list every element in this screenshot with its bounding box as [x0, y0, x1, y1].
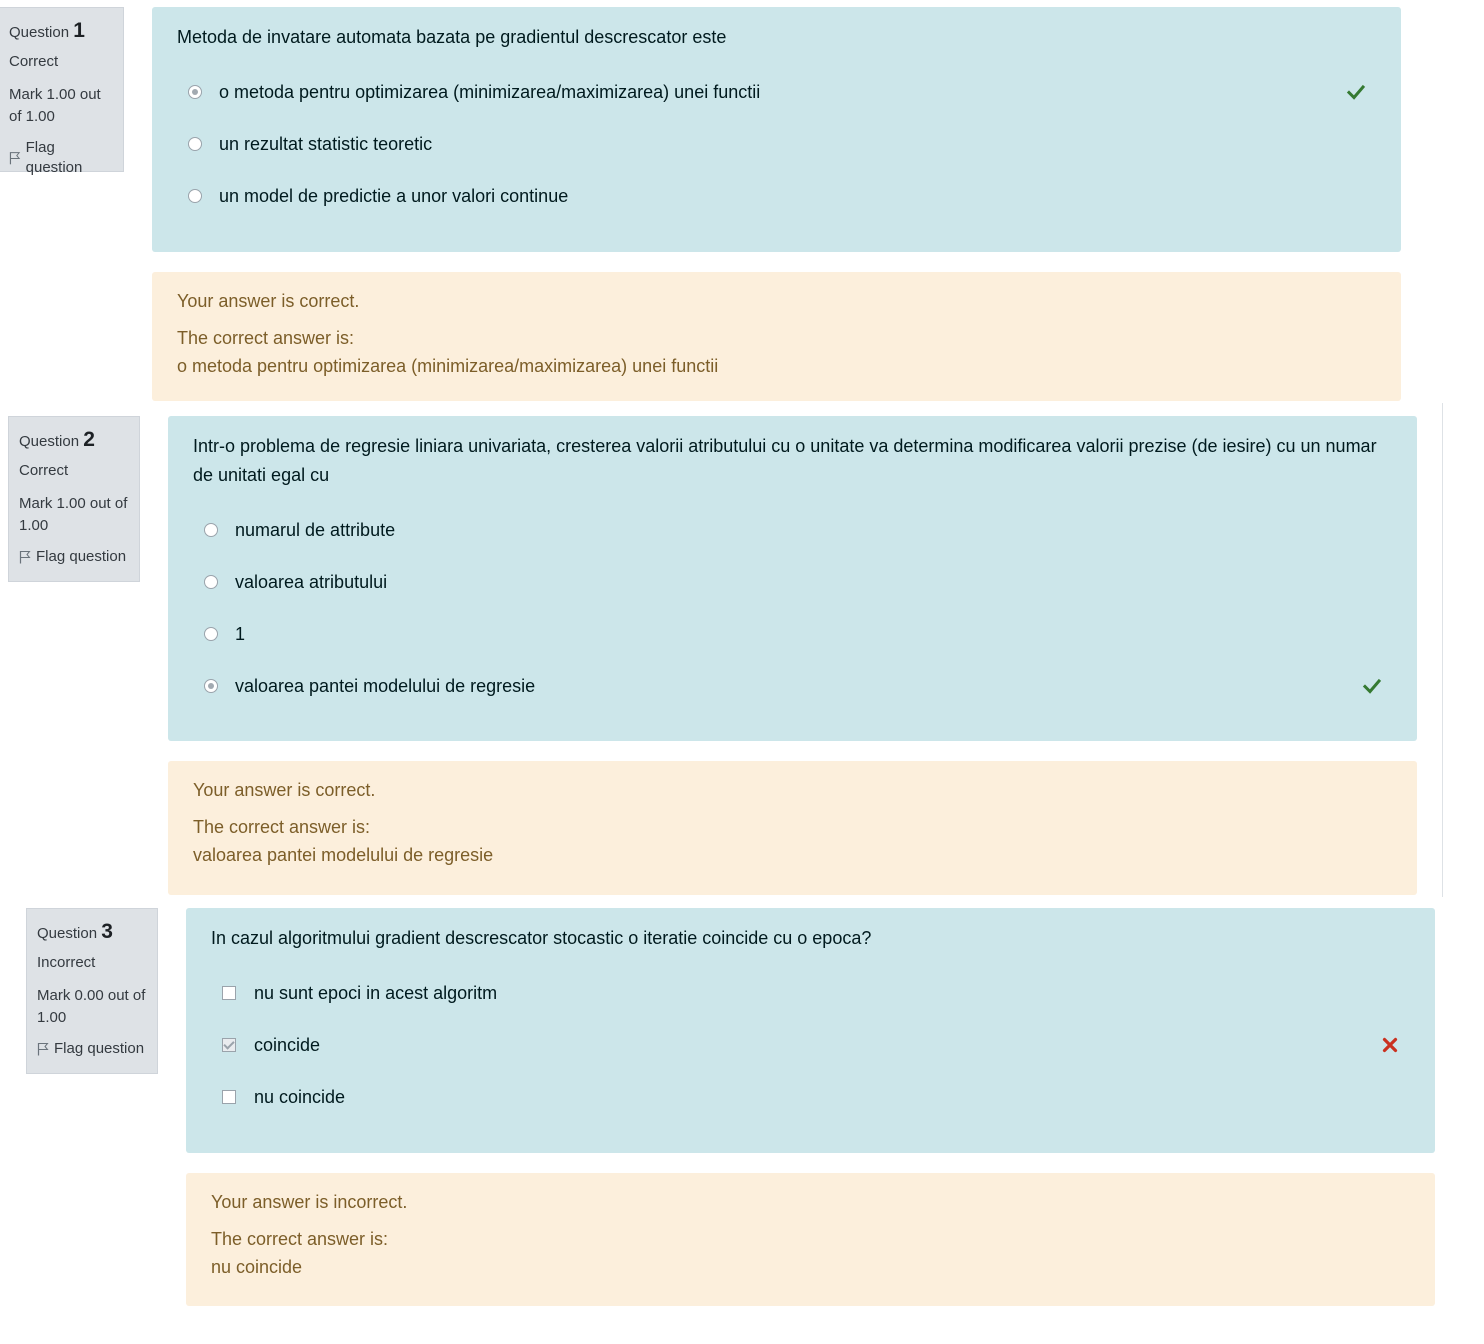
question-feedback: Your answer is correct. The correct answ…: [168, 761, 1417, 895]
question-formulation: Metoda de invatare automata bazata pe gr…: [152, 7, 1401, 252]
correct-icon: [1362, 678, 1382, 694]
question-mark: Mark 1.00 out of 1.00: [19, 495, 128, 534]
flag-question-link[interactable]: Flag question: [9, 138, 113, 178]
answer-label: un rezultat statistic teoretic: [219, 133, 433, 154]
flag-icon: [19, 551, 31, 564]
feedback-status: Your answer is incorrect.: [211, 1192, 408, 1212]
answer-label: numarul de attribute: [235, 519, 396, 540]
answer-label: 1: [235, 623, 246, 644]
question-state: Incorrect: [37, 954, 96, 971]
flag-question-link[interactable]: Flag question: [37, 1039, 147, 1059]
answer-checkbox[interactable]: [222, 1090, 236, 1104]
correct-answer-label: The correct answer is:: [211, 1229, 389, 1249]
flag-question-label: Flag question: [54, 1040, 145, 1057]
question-mark: Mark 0.00 out of 1.00: [37, 987, 146, 1026]
answer-list: numarul de attribute valoarea atributulu…: [193, 504, 1392, 712]
answer-radio[interactable]: [204, 627, 218, 641]
answer-list: o metoda pentru optimizarea (minimizarea…: [177, 66, 1376, 222]
feedback-status: Your answer is correct.: [177, 291, 360, 311]
answer-option[interactable]: nu coincide: [211, 1071, 1410, 1123]
flag-icon: [37, 1043, 49, 1056]
question-mark: Mark 1.00 out of 1.00: [9, 86, 101, 125]
flag-question-link[interactable]: Flag question: [19, 547, 129, 567]
question-label: Question: [19, 433, 80, 450]
feedback-status: Your answer is correct.: [193, 780, 376, 800]
answer-label: valoarea atributului: [235, 571, 388, 592]
divider-line: [1442, 403, 1443, 897]
answer-radio[interactable]: [204, 575, 218, 589]
question-formulation: Intr-o problema de regresie liniara univ…: [168, 416, 1417, 741]
question-number: 2: [83, 428, 95, 451]
flag-question-label: Flag question: [36, 548, 127, 565]
answer-label: nu sunt epoci in acest algoritm: [254, 982, 498, 1003]
correct-answer-label: The correct answer is:: [177, 328, 355, 348]
question-formulation: In cazul algoritmului gradient descresca…: [186, 908, 1435, 1153]
answer-option[interactable]: un rezultat statistic teoretic: [177, 118, 1376, 170]
answer-radio[interactable]: [204, 523, 218, 537]
answer-radio[interactable]: [188, 189, 202, 203]
question-number: 3: [101, 920, 113, 943]
question-state: Correct: [9, 53, 59, 70]
answer-option[interactable]: 1: [193, 608, 1392, 660]
question-info: Question 1 Correct Mark 1.00 out of 1.00…: [0, 7, 124, 176]
answer-option[interactable]: nu sunt epoci in acest algoritm: [211, 967, 1410, 1019]
answer-radio[interactable]: [188, 137, 202, 151]
correct-answer-text: nu coincide: [211, 1257, 303, 1277]
answer-list: nu sunt epoci in acest algoritm coincide…: [211, 967, 1410, 1123]
answer-radio[interactable]: [188, 85, 202, 99]
question-label: Question: [9, 24, 70, 41]
answer-checkbox[interactable]: [222, 986, 236, 1000]
answer-label: valoarea pantei modelului de regresie: [235, 675, 536, 696]
correct-icon: [1346, 84, 1366, 100]
answer-label: un model de predictie a unor valori cont…: [219, 185, 569, 206]
answer-checkbox[interactable]: [222, 1038, 236, 1052]
answer-radio[interactable]: [204, 679, 218, 693]
incorrect-icon: [1382, 1037, 1398, 1053]
question-text: Intr-o problema de regresie liniara univ…: [193, 436, 1377, 485]
flag-icon: [9, 152, 21, 165]
question-text: Metoda de invatare automata bazata pe gr…: [177, 27, 727, 47]
answer-option[interactable]: un model de predictie a unor valori cont…: [177, 170, 1376, 222]
question-state: Correct: [19, 462, 69, 479]
answer-option[interactable]: coincide: [211, 1019, 1410, 1071]
flag-question-label: Flag question: [25, 139, 83, 176]
answer-option[interactable]: valoarea pantei modelului de regresie: [193, 660, 1392, 712]
question-feedback: Your answer is incorrect. The correct an…: [186, 1173, 1435, 1306]
question-text: In cazul algoritmului gradient descresca…: [211, 928, 872, 948]
answer-label: o metoda pentru optimizarea (minimizarea…: [219, 81, 761, 102]
question-number: 1: [73, 19, 85, 42]
answer-option[interactable]: o metoda pentru optimizarea (minimizarea…: [177, 66, 1376, 118]
question-info: Question 3 Incorrect Mark 0.00 out of 1.…: [26, 908, 158, 1074]
correct-answer-text: valoarea pantei modelului de regresie: [193, 845, 494, 865]
answer-option[interactable]: numarul de attribute: [193, 504, 1392, 556]
question-feedback: Your answer is correct. The correct answ…: [152, 272, 1401, 401]
correct-answer-text: o metoda pentru optimizarea (minimizarea…: [177, 356, 719, 376]
question-info: Question 2 Correct Mark 1.00 out of 1.00…: [8, 416, 140, 582]
answer-label: nu coincide: [254, 1086, 346, 1107]
question-label: Question: [37, 925, 98, 942]
answer-label: coincide: [254, 1034, 321, 1055]
correct-answer-label: The correct answer is:: [193, 817, 371, 837]
answer-option[interactable]: valoarea atributului: [193, 556, 1392, 608]
